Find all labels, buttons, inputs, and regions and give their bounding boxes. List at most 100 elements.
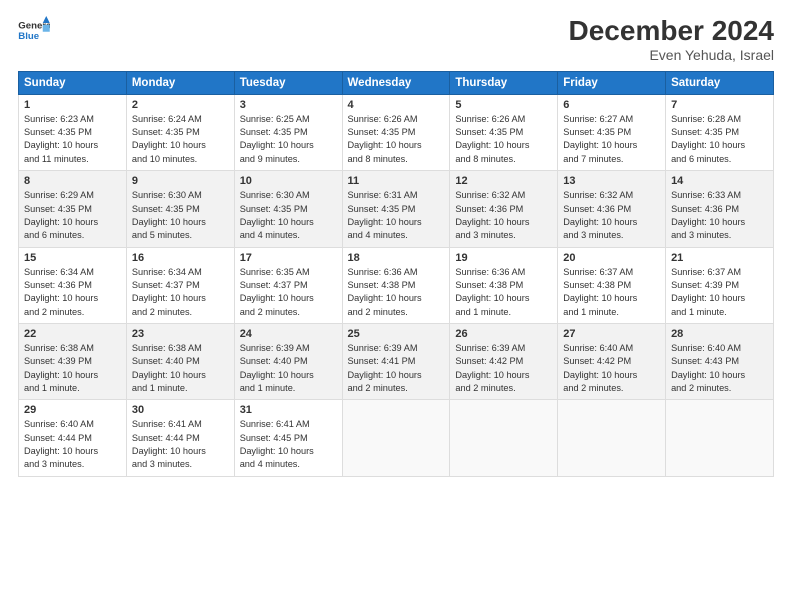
day-info: Sunrise: 6:27 AMSunset: 4:35 PMDaylight:… (563, 113, 660, 166)
day-info: Sunrise: 6:28 AMSunset: 4:35 PMDaylight:… (671, 113, 768, 166)
table-cell: 1Sunrise: 6:23 AMSunset: 4:35 PMDaylight… (19, 94, 127, 170)
day-number: 29 (24, 404, 121, 416)
table-cell: 28Sunrise: 6:40 AMSunset: 4:43 PMDayligh… (666, 323, 774, 399)
day-info: Sunrise: 6:38 AMSunset: 4:39 PMDaylight:… (24, 342, 121, 395)
day-info: Sunrise: 6:41 AMSunset: 4:45 PMDaylight:… (240, 418, 337, 471)
table-cell: 18 Sunrise: 6:36 AMSunset: 4:38 PMDayligh… (342, 247, 450, 323)
table-cell (558, 400, 666, 476)
day-info: Sunrise: 6:40 AMSunset: 4:44 PMDaylight:… (24, 418, 121, 471)
day-info: Sunrise: 6:36 AMSunset: 4:38 PMDaylight:… (455, 266, 552, 319)
table-cell: 3Sunrise: 6:25 AMSunset: 4:35 PMDaylight… (234, 94, 342, 170)
day-number: 5 (455, 99, 552, 111)
svg-text:Blue: Blue (18, 31, 39, 42)
col-saturday: Saturday (666, 71, 774, 94)
day-number: 27 (563, 328, 660, 340)
day-info: Sunrise: 6:37 AMSunset: 4:39 PMDaylight:… (671, 266, 768, 319)
table-cell: 16 Sunrise: 6:34 AMSunset: 4:37 PMDayligh… (126, 247, 234, 323)
day-number: 9 (132, 175, 229, 187)
day-number: 24 (240, 328, 337, 340)
day-info: Sunrise: 6:30 AMSunset: 4:35 PMDaylight:… (132, 189, 229, 242)
header-row: Sunday Monday Tuesday Wednesday Thursday… (19, 71, 774, 94)
day-number: 22 (24, 328, 121, 340)
col-friday: Friday (558, 71, 666, 94)
table-cell: 14 Sunrise: 6:33 AMSunset: 4:36 PMDayligh… (666, 171, 774, 247)
table-cell: 4 Sunrise: 6:26 AMSunset: 4:35 PMDaylight… (342, 94, 450, 170)
table-cell: 7 Sunrise: 6:28 AMSunset: 4:35 PMDaylight… (666, 94, 774, 170)
day-number: 15 (24, 252, 121, 264)
day-info: Sunrise: 6:29 AMSunset: 4:35 PMDaylight:… (24, 189, 121, 242)
day-number: 30 (132, 404, 229, 416)
table-cell: 19 Sunrise: 6:36 AMSunset: 4:38 PMDayligh… (450, 247, 558, 323)
table-cell: 11 Sunrise: 6:31 AMSunset: 4:35 PMDayligh… (342, 171, 450, 247)
day-number: 25 (348, 328, 445, 340)
table-cell: 5 Sunrise: 6:26 AMSunset: 4:35 PMDaylight… (450, 94, 558, 170)
table-cell: 23 Sunrise: 6:38 AMSunset: 4:40 PMDayligh… (126, 323, 234, 399)
day-number: 4 (348, 99, 445, 111)
day-number: 7 (671, 99, 768, 111)
day-number: 23 (132, 328, 229, 340)
month-title: December 2024 (569, 16, 774, 47)
day-number: 31 (240, 404, 337, 416)
day-info: Sunrise: 6:35 AMSunset: 4:37 PMDaylight:… (240, 266, 337, 319)
day-info: Sunrise: 6:34 AMSunset: 4:36 PMDaylight:… (24, 266, 121, 319)
day-info: Sunrise: 6:24 AMSunset: 4:35 PMDaylight:… (132, 113, 229, 166)
day-number: 26 (455, 328, 552, 340)
table-row: 15 Sunrise: 6:34 AMSunset: 4:36 PMDayligh… (19, 247, 774, 323)
table-cell: 26Sunrise: 6:39 AMSunset: 4:42 PMDayligh… (450, 323, 558, 399)
col-wednesday: Wednesday (342, 71, 450, 94)
col-sunday: Sunday (19, 71, 127, 94)
day-info: Sunrise: 6:39 AMSunset: 4:41 PMDaylight:… (348, 342, 445, 395)
table-cell: 31 Sunrise: 6:41 AMSunset: 4:45 PMDayligh… (234, 400, 342, 476)
day-info: Sunrise: 6:26 AMSunset: 4:35 PMDaylight:… (348, 113, 445, 166)
day-number: 11 (348, 175, 445, 187)
col-tuesday: Tuesday (234, 71, 342, 94)
day-number: 19 (455, 252, 552, 264)
day-info: Sunrise: 6:41 AMSunset: 4:44 PMDaylight:… (132, 418, 229, 471)
day-number: 17 (240, 252, 337, 264)
table-cell: 13 Sunrise: 6:32 AMSunset: 4:36 PMDayligh… (558, 171, 666, 247)
day-number: 14 (671, 175, 768, 187)
day-number: 21 (671, 252, 768, 264)
table-row: 22 Sunrise: 6:38 AMSunset: 4:39 PMDayligh… (19, 323, 774, 399)
day-info: Sunrise: 6:26 AMSunset: 4:35 PMDaylight:… (455, 113, 552, 166)
day-info: Sunrise: 6:40 AMSunset: 4:43 PMDaylight:… (671, 342, 768, 395)
day-info: Sunrise: 6:33 AMSunset: 4:36 PMDaylight:… (671, 189, 768, 242)
day-number: 8 (24, 175, 121, 187)
day-number: 2 (132, 99, 229, 111)
calendar-page: General Blue December 2024 Even Yehuda, … (0, 0, 792, 612)
day-info: Sunrise: 6:23 AMSunset: 4:35 PMDaylight:… (24, 113, 121, 166)
day-number: 20 (563, 252, 660, 264)
table-row: 1Sunrise: 6:23 AMSunset: 4:35 PMDaylight… (19, 94, 774, 170)
table-cell: 6 Sunrise: 6:27 AMSunset: 4:35 PMDaylight… (558, 94, 666, 170)
table-cell (450, 400, 558, 476)
day-info: Sunrise: 6:34 AMSunset: 4:37 PMDaylight:… (132, 266, 229, 319)
day-info: Sunrise: 6:38 AMSunset: 4:40 PMDaylight:… (132, 342, 229, 395)
table-cell: 24Sunrise: 6:39 AMSunset: 4:40 PMDayligh… (234, 323, 342, 399)
logo: General Blue (18, 16, 50, 44)
location: Even Yehuda, Israel (569, 47, 774, 63)
table-cell: 30 Sunrise: 6:41 AMSunset: 4:44 PMDayligh… (126, 400, 234, 476)
table-cell: 2 Sunrise: 6:24 AMSunset: 4:35 PMDaylight… (126, 94, 234, 170)
table-cell: 9 Sunrise: 6:30 AMSunset: 4:35 PMDaylight… (126, 171, 234, 247)
day-info: Sunrise: 6:32 AMSunset: 4:36 PMDaylight:… (455, 189, 552, 242)
table-row: 8 Sunrise: 6:29 AMSunset: 4:35 PMDaylight… (19, 171, 774, 247)
day-info: Sunrise: 6:36 AMSunset: 4:38 PMDaylight:… (348, 266, 445, 319)
table-cell: 17 Sunrise: 6:35 AMSunset: 4:37 PMDayligh… (234, 247, 342, 323)
day-number: 10 (240, 175, 337, 187)
table-row: 29 Sunrise: 6:40 AMSunset: 4:44 PMDayligh… (19, 400, 774, 476)
day-info: Sunrise: 6:30 AMSunset: 4:35 PMDaylight:… (240, 189, 337, 242)
day-number: 18 (348, 252, 445, 264)
table-cell: 29 Sunrise: 6:40 AMSunset: 4:44 PMDayligh… (19, 400, 127, 476)
table-cell: 25 Sunrise: 6:39 AMSunset: 4:41 PMDayligh… (342, 323, 450, 399)
day-info: Sunrise: 6:32 AMSunset: 4:36 PMDaylight:… (563, 189, 660, 242)
calendar-table: Sunday Monday Tuesday Wednesday Thursday… (18, 71, 774, 477)
col-monday: Monday (126, 71, 234, 94)
day-number: 6 (563, 99, 660, 111)
day-number: 13 (563, 175, 660, 187)
day-number: 16 (132, 252, 229, 264)
table-cell (666, 400, 774, 476)
day-info: Sunrise: 6:31 AMSunset: 4:35 PMDaylight:… (348, 189, 445, 242)
day-number: 3 (240, 99, 337, 111)
table-cell (342, 400, 450, 476)
table-cell: 21 Sunrise: 6:37 AMSunset: 4:39 PMDayligh… (666, 247, 774, 323)
